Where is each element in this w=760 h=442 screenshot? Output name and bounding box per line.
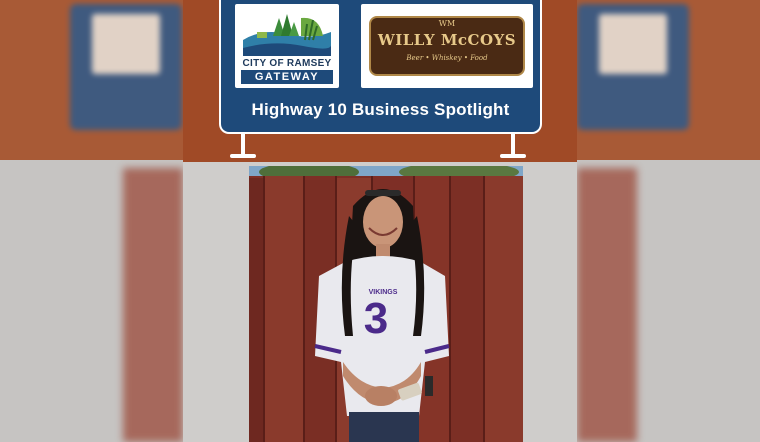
willy-mccoys-name: WILLY McCOYS <box>377 31 517 49</box>
sign-post-foot-left <box>230 154 256 158</box>
blurred-sign-right <box>577 4 689 130</box>
willy-mccoys-plaque: WM WILLY McCOYS Beer • Whiskey • Food <box>369 16 525 76</box>
willy-mccoys-tagline: Beer • Whiskey • Food <box>406 54 488 62</box>
blurred-background-left <box>0 0 183 442</box>
blurred-sign-left <box>70 4 182 130</box>
spotlight-title: Highway 10 Business Spotlight <box>251 100 510 119</box>
highway-sign: CITY OF RAMSEY GATEWAY WM WILLY McCOYS B… <box>219 0 542 134</box>
sign-post-right <box>511 134 515 156</box>
willy-monogram: WM <box>438 19 456 28</box>
jersey-number: 3 <box>363 294 389 343</box>
sign-post-left <box>241 134 245 156</box>
spotlight-graphic: CITY OF RAMSEY GATEWAY WM WILLY McCOYS B… <box>183 0 577 442</box>
business-owner-photo: VIKINGS 3 <box>249 166 523 442</box>
blurred-fence-left <box>123 168 183 442</box>
city-of-ramsey-logo: CITY OF RAMSEY GATEWAY <box>235 4 339 88</box>
ramsey-landscape-icon <box>243 14 331 56</box>
ramsey-logo-subtext: GATEWAY <box>241 70 333 84</box>
sign-post-foot-right <box>500 154 526 158</box>
blurred-logo-left <box>92 14 160 74</box>
blurred-fence-right <box>577 168 637 442</box>
willy-mccoys-logo: WM WILLY McCOYS Beer • Whiskey • Food <box>361 4 533 88</box>
blurred-logo-right <box>599 14 667 74</box>
blurred-background-right <box>577 0 760 442</box>
ramsey-logo-text: CITY OF RAMSEY <box>242 58 332 69</box>
